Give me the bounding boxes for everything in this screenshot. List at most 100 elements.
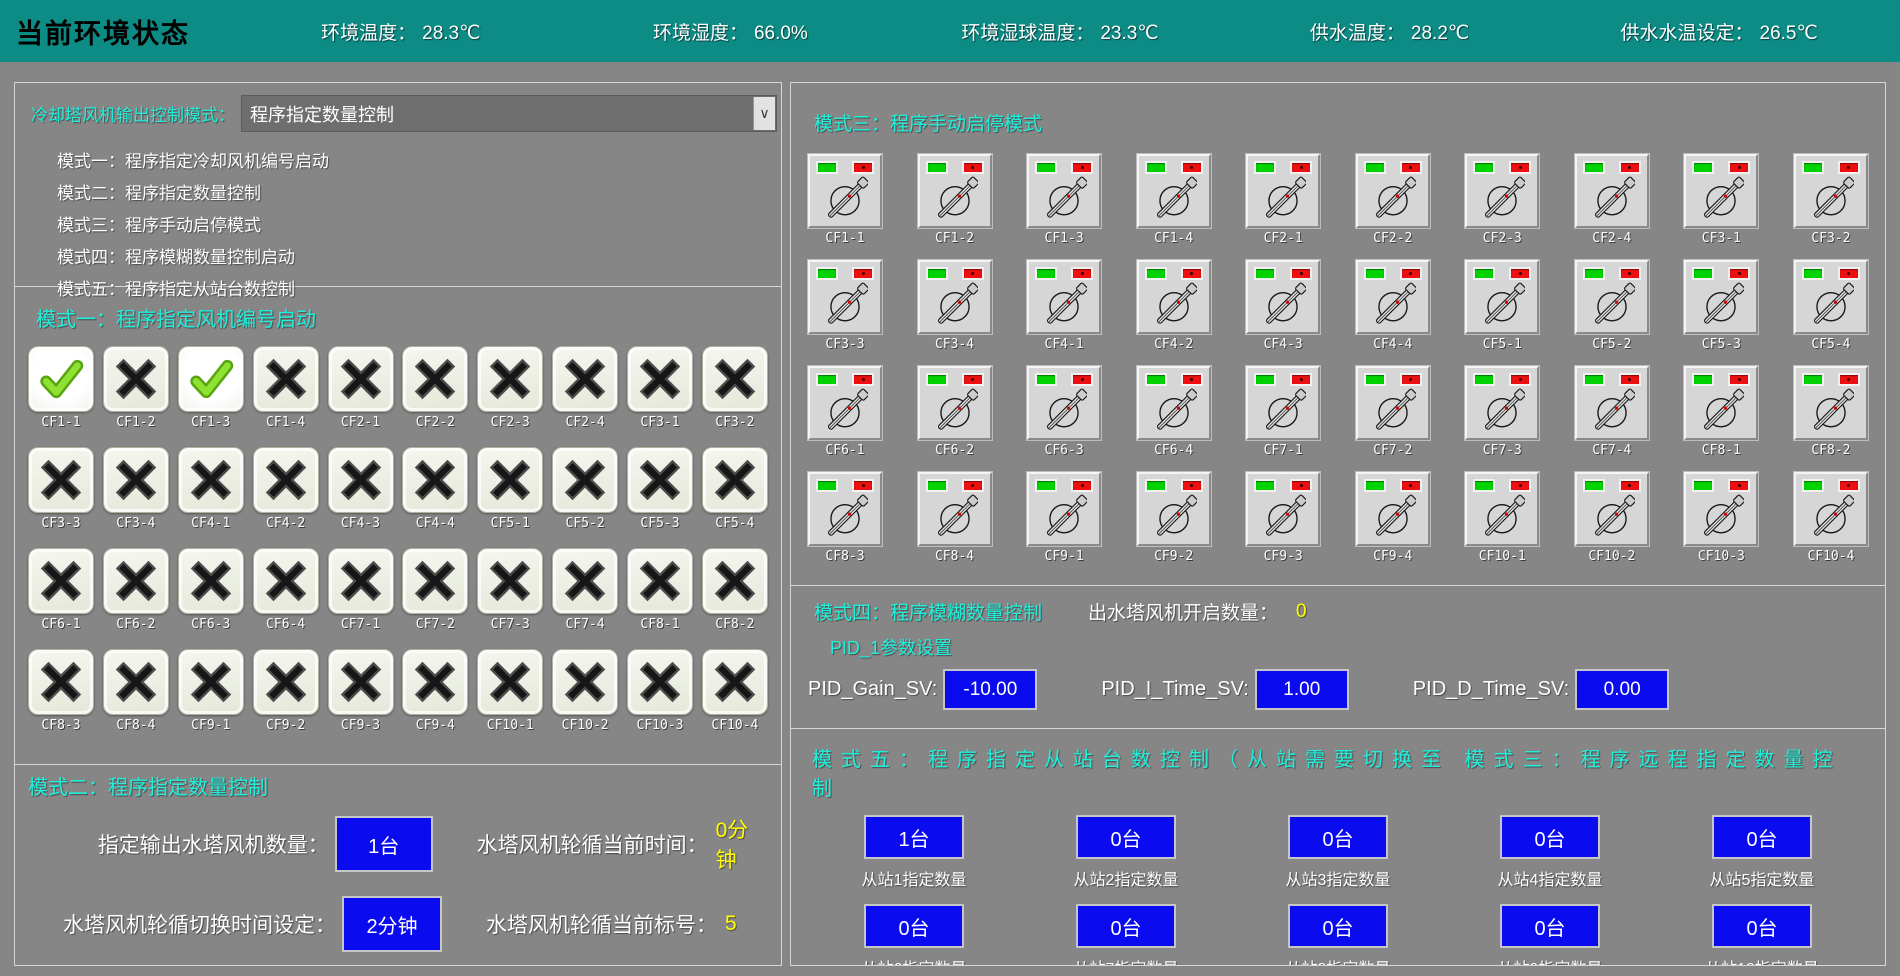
fan-manual-switch[interactable] [1137,260,1211,334]
fan-select-button-off[interactable] [103,346,169,412]
station-count-input[interactable]: 0台 [1288,815,1388,859]
fan-select-button-off[interactable] [702,447,768,513]
fan-select-button-off[interactable] [253,548,319,614]
fan-select-button-off[interactable] [328,447,394,513]
station-count-input[interactable]: 0台 [1500,904,1600,948]
fan-manual-switch[interactable] [1575,154,1649,228]
fan-select-button-off[interactable] [253,447,319,513]
fan-manual-switch[interactable] [1465,154,1539,228]
fan-select-button-off[interactable] [627,447,693,513]
station-count-input[interactable]: 0台 [1076,904,1176,948]
fan-select-button-off[interactable] [627,548,693,614]
designated-fan-count-input[interactable]: 1台 [335,816,433,872]
fan-select-button-off[interactable] [627,346,693,412]
fan-manual-switch[interactable] [1794,154,1868,228]
mode-select-dropdown[interactable]: 程序指定数量控制 ∨ [241,95,777,132]
fan-select-button-on[interactable] [28,346,94,412]
fan-select-button-off[interactable] [402,447,468,513]
fan-manual-switch[interactable] [1794,260,1868,334]
fan-select-button-off[interactable] [103,649,169,715]
fan-manual-switch[interactable] [918,472,992,546]
fan-select-button-off[interactable] [477,548,543,614]
fan-manual-switch[interactable] [1356,472,1430,546]
fan-select-button-off[interactable] [103,447,169,513]
fan-select-button-off[interactable] [253,649,319,715]
fan-select-button-off[interactable] [402,548,468,614]
station-count-input[interactable]: 0台 [1076,815,1176,859]
fan-manual-switch[interactable] [1027,472,1101,546]
fan-manual-switch[interactable] [1465,472,1539,546]
fan-manual-switch[interactable] [1137,366,1211,440]
fan-manual-switch[interactable] [918,154,992,228]
station-count-input[interactable]: 0台 [1712,904,1812,948]
chevron-down-icon[interactable]: ∨ [753,97,775,130]
fan-manual-switch[interactable] [1575,260,1649,334]
station-count-input[interactable]: 1台 [864,815,964,859]
fan-manual-switch[interactable] [1684,260,1758,334]
fan-manual-switch[interactable] [1137,472,1211,546]
fan-manual-switch[interactable] [1684,154,1758,228]
fan-manual-switch[interactable] [1465,260,1539,334]
fan-select-button-off[interactable] [178,548,244,614]
rotation-switch-time-input[interactable]: 2分钟 [342,896,442,952]
fan-select-button-off[interactable] [328,548,394,614]
fan-select-button-off[interactable] [103,548,169,614]
pid-i-time-sv-input[interactable]: 1.00 [1255,669,1349,710]
fan-manual-switch[interactable] [1465,366,1539,440]
fan-select-button-off[interactable] [702,649,768,715]
station-count-input[interactable]: 0台 [864,904,964,948]
fan-select-button-off[interactable] [702,548,768,614]
fan-label: CF2-4 [1575,231,1649,246]
fan-select-button-off[interactable] [477,346,543,412]
fan-manual-switch[interactable] [808,366,882,440]
pid-d-time-sv-input[interactable]: 0.00 [1575,669,1669,710]
fan-select-button-off[interactable] [28,548,94,614]
fan-select-button-off[interactable] [477,447,543,513]
cross-icon [560,556,610,606]
fan-manual-switch[interactable] [1356,366,1430,440]
fan-manual-switch[interactable] [1027,154,1101,228]
fan-select-button-off[interactable] [702,346,768,412]
fan-select-button-on[interactable] [178,346,244,412]
fan-manual-switch[interactable] [1575,366,1649,440]
fan-manual-switch[interactable] [1027,366,1101,440]
fan-select-button-off[interactable] [627,649,693,715]
fan-select-button-off[interactable] [552,346,618,412]
fan-manual-switch[interactable] [808,154,882,228]
station-count-input[interactable]: 0台 [1712,815,1812,859]
fan-manual-switch[interactable] [808,260,882,334]
fan-manual-switch[interactable] [918,366,992,440]
fan-manual-switch[interactable] [1246,154,1320,228]
fan-manual-switch[interactable] [1137,154,1211,228]
fan-manual-switch[interactable] [1794,472,1868,546]
fan-select-button-off[interactable] [552,447,618,513]
station-count-input[interactable]: 0台 [1288,904,1388,948]
fan-manual-switch[interactable] [1684,472,1758,546]
fan-select-button-off[interactable] [28,649,94,715]
fan-select-button-off[interactable] [402,649,468,715]
fan-manual-switch[interactable] [1246,472,1320,546]
rotary-switch-icon [1041,388,1087,434]
fan-select-button-off[interactable] [552,548,618,614]
fan-manual-switch[interactable] [1684,366,1758,440]
fan-select-button-off[interactable] [178,447,244,513]
fan-select-button-off[interactable] [477,649,543,715]
pid-gain-sv-input[interactable]: -10.00 [943,669,1037,710]
fan-select-button-off[interactable] [328,649,394,715]
fan-manual-switch[interactable] [918,260,992,334]
fan-manual-switch[interactable] [1246,366,1320,440]
fan-select-button-off[interactable] [178,649,244,715]
fan-manual-switch[interactable] [1575,472,1649,546]
fan-manual-switch[interactable] [1794,366,1868,440]
fan-manual-switch[interactable] [1246,260,1320,334]
station-count-input[interactable]: 0台 [1500,815,1600,859]
fan-select-button-off[interactable] [402,346,468,412]
fan-select-button-off[interactable] [28,447,94,513]
fan-manual-switch[interactable] [808,472,882,546]
fan-manual-switch[interactable] [1356,260,1430,334]
fan-manual-switch[interactable] [1027,260,1101,334]
fan-select-button-off[interactable] [328,346,394,412]
fan-manual-switch[interactable] [1356,154,1430,228]
fan-select-button-off[interactable] [552,649,618,715]
fan-select-button-off[interactable] [253,346,319,412]
